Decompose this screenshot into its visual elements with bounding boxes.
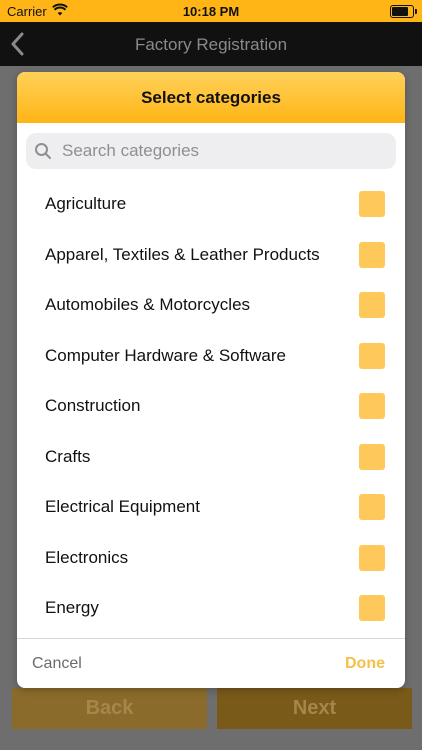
search-bar[interactable] [26, 133, 396, 169]
list-item[interactable]: Computer Hardware & Software [17, 331, 405, 382]
modal-footer: Cancel Done [17, 638, 405, 688]
checkbox[interactable] [359, 292, 385, 319]
checkbox[interactable] [359, 241, 385, 268]
cancel-button[interactable]: Cancel [32, 655, 82, 673]
list-item[interactable]: Energy [17, 583, 405, 634]
done-button[interactable]: Done [345, 655, 385, 673]
checkbox[interactable] [359, 494, 385, 521]
category-label: Computer Hardware & Software [45, 345, 286, 365]
list-item[interactable]: Automobiles & Motorcycles [17, 280, 405, 331]
category-label: Construction [45, 396, 141, 416]
list-item[interactable]: Electrical Equipment [17, 482, 405, 533]
category-label: Electrical Equipment [45, 497, 200, 517]
search-input[interactable] [60, 140, 364, 162]
clock: 10:18 PM [182, 4, 240, 19]
category-label: Energy [45, 598, 99, 618]
status-bar: Carrier 10:18 PM [0, 0, 422, 22]
checkbox[interactable] [359, 393, 385, 420]
list-item[interactable]: Agriculture [17, 179, 405, 230]
modal-title: Select categories [17, 72, 405, 123]
next-button[interactable]: Next [217, 688, 412, 729]
category-label: Automobiles & Motorcycles [45, 295, 251, 315]
category-picker-modal: Select categories Agriculture Apparel, T… [17, 72, 405, 688]
checkbox[interactable] [359, 595, 385, 622]
back-button[interactable]: Back [12, 688, 207, 729]
checkbox[interactable] [359, 342, 385, 369]
category-label: Apparel, Textiles & Leather Products [45, 244, 320, 264]
category-label: Crafts [45, 446, 91, 466]
category-label: Agriculture [45, 194, 127, 214]
checkbox[interactable] [359, 191, 385, 218]
category-label: Electronics [45, 547, 129, 567]
checkbox[interactable] [359, 443, 385, 470]
list-item[interactable]: Construction [17, 381, 405, 432]
bottom-buttons: Back Next [12, 688, 412, 729]
list-item[interactable]: Crafts [17, 432, 405, 483]
search-icon [34, 142, 52, 160]
list-item[interactable]: Apparel, Textiles & Leather Products [17, 230, 405, 281]
battery-icon [390, 5, 417, 18]
navigation-bar: Factory Registration [0, 22, 422, 66]
page-title: Factory Registration [134, 35, 288, 54]
category-list: Agriculture Apparel, Textiles & Leather … [17, 179, 405, 647]
list-item[interactable]: Electronics [17, 533, 405, 584]
checkbox[interactable] [359, 544, 385, 571]
